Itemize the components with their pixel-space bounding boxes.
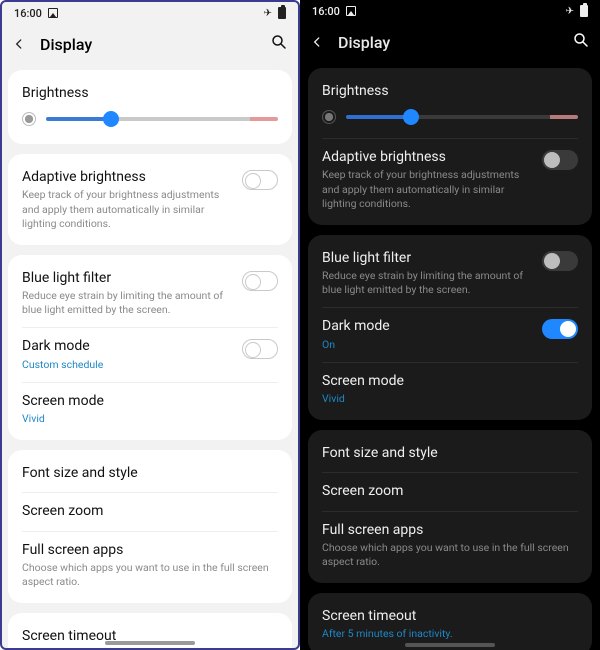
bluelight-desc: Reduce eye strain by limiting the amount…: [322, 269, 532, 297]
display-card: Blue light filter Reduce eye strain by l…: [8, 255, 292, 440]
darkmode-sub: On: [322, 338, 532, 352]
screenzoom-label: Screen zoom: [22, 502, 278, 520]
brightness-label: Brightness: [322, 82, 578, 100]
airplane-icon: ✈: [566, 6, 574, 17]
fullscreen-label: Full screen apps: [22, 541, 278, 559]
back-button[interactable]: [8, 33, 30, 55]
page-title: Display: [40, 35, 92, 54]
darkmode-row[interactable]: Dark mode Custom schedule: [8, 327, 292, 381]
bluelight-label: Blue light filter: [322, 249, 532, 267]
fullscreen-desc: Choose which apps you want to use in the…: [322, 541, 578, 569]
fullscreen-row[interactable]: Full screen apps Choose which apps you w…: [308, 511, 592, 580]
adaptive-row[interactable]: Adaptive brightness Keep track of your b…: [308, 138, 592, 221]
sun-icon: [322, 110, 336, 124]
page-title: Display: [338, 33, 390, 52]
search-button[interactable]: [572, 31, 590, 53]
adaptive-row[interactable]: Adaptive brightness Keep track of your b…: [8, 158, 292, 241]
status-bar: 16:00 ✈: [2, 2, 298, 24]
adaptive-desc: Keep track of your brightness adjustment…: [322, 168, 532, 211]
status-time: 16:00: [14, 7, 42, 20]
battery-icon: [580, 5, 588, 17]
size-card: Font size and style Screen zoom Full scr…: [308, 430, 592, 583]
screenmode-row[interactable]: Screen mode Vivid: [308, 362, 592, 416]
darkmode-label: Dark mode: [322, 317, 532, 335]
fontsize-row[interactable]: Font size and style: [308, 434, 592, 472]
timeout-sub: After 5 minutes of inactivity.: [322, 627, 578, 641]
bluelight-desc: Reduce eye strain by limiting the amount…: [22, 289, 232, 317]
fontsize-label: Font size and style: [22, 464, 278, 482]
brightness-label: Brightness: [22, 84, 278, 102]
darkmode-row[interactable]: Dark mode On: [308, 307, 592, 361]
brightness-card: Brightness: [8, 70, 292, 144]
search-icon: [572, 31, 590, 49]
darkmode-toggle[interactable]: [542, 319, 578, 339]
brightness-row: Brightness: [308, 72, 592, 138]
adaptive-toggle[interactable]: [542, 150, 578, 170]
phone-light: 16:00 ✈ Display Brightness: [0, 0, 300, 650]
timeout-row[interactable]: Screen timeout After 5 minutes of inacti…: [8, 617, 292, 650]
screenmode-label: Screen mode: [322, 372, 578, 390]
bluelight-toggle[interactable]: [242, 271, 278, 291]
chevron-left-icon: [12, 37, 26, 51]
adaptive-desc: Keep track of your brightness adjustment…: [22, 188, 232, 231]
slider-track[interactable]: [346, 115, 578, 119]
fontsize-row[interactable]: Font size and style: [8, 454, 292, 492]
brightness-slider[interactable]: [22, 112, 278, 126]
picture-icon: [48, 8, 58, 18]
status-bar: 16:00 ✈: [300, 0, 600, 22]
adaptive-card: Adaptive brightness Keep track of your b…: [8, 154, 292, 245]
brightness-row: Brightness: [8, 74, 292, 140]
fullscreen-desc: Choose which apps you want to use in the…: [22, 561, 278, 589]
airplane-icon: ✈: [264, 8, 272, 19]
slider-track[interactable]: [46, 117, 278, 121]
fullscreen-label: Full screen apps: [322, 521, 578, 539]
screenmode-sub: Vivid: [322, 392, 578, 406]
home-indicator[interactable]: [105, 641, 195, 645]
phone-dark: 16:00 ✈ Display Brightness: [300, 0, 600, 650]
size-card: Font size and style Screen zoom Full scr…: [8, 450, 292, 603]
sun-icon: [22, 112, 36, 126]
darkmode-sub: Custom schedule: [22, 358, 232, 372]
brightness-card: Brightness Adaptive brightness Keep trac…: [308, 68, 592, 225]
bluelight-row[interactable]: Blue light filter Reduce eye strain by l…: [8, 259, 292, 328]
timeout-card: Screen timeout After 5 minutes of inacti…: [308, 593, 592, 650]
back-button[interactable]: [306, 31, 328, 53]
settings-scroll[interactable]: Brightness Adaptive brightness Keep trac…: [300, 62, 600, 650]
timeout-label: Screen timeout: [322, 607, 578, 625]
bluelight-toggle[interactable]: [542, 251, 578, 271]
screenzoom-label: Screen zoom: [322, 482, 578, 500]
fullscreen-row[interactable]: Full screen apps Choose which apps you w…: [8, 531, 292, 600]
picture-icon: [346, 6, 356, 16]
battery-icon: [278, 7, 286, 19]
search-icon: [270, 33, 288, 51]
screenzoom-row[interactable]: Screen zoom: [308, 472, 592, 510]
adaptive-label: Adaptive brightness: [22, 168, 232, 186]
fontsize-label: Font size and style: [322, 444, 578, 462]
screenmode-label: Screen mode: [22, 392, 278, 410]
screenzoom-row[interactable]: Screen zoom: [8, 492, 292, 530]
header: Display: [300, 22, 600, 62]
adaptive-label: Adaptive brightness: [322, 148, 532, 166]
settings-scroll[interactable]: Brightness Adaptive brightness Keep trac…: [2, 64, 298, 650]
bluelight-label: Blue light filter: [22, 269, 232, 287]
slider-thumb[interactable]: [403, 109, 419, 125]
chevron-left-icon: [310, 35, 324, 49]
slider-thumb[interactable]: [103, 111, 119, 127]
display-card: Blue light filter Reduce eye strain by l…: [308, 235, 592, 420]
header: Display: [2, 24, 298, 64]
darkmode-label: Dark mode: [22, 337, 232, 355]
bluelight-row[interactable]: Blue light filter Reduce eye strain by l…: [308, 239, 592, 308]
darkmode-toggle[interactable]: [242, 339, 278, 359]
brightness-slider[interactable]: [322, 110, 578, 124]
screenmode-sub: Vivid: [22, 412, 278, 426]
status-time: 16:00: [312, 5, 340, 18]
adaptive-toggle[interactable]: [242, 170, 278, 190]
search-button[interactable]: [270, 33, 288, 55]
screenmode-row[interactable]: Screen mode Vivid: [8, 382, 292, 436]
home-indicator[interactable]: [405, 643, 495, 647]
